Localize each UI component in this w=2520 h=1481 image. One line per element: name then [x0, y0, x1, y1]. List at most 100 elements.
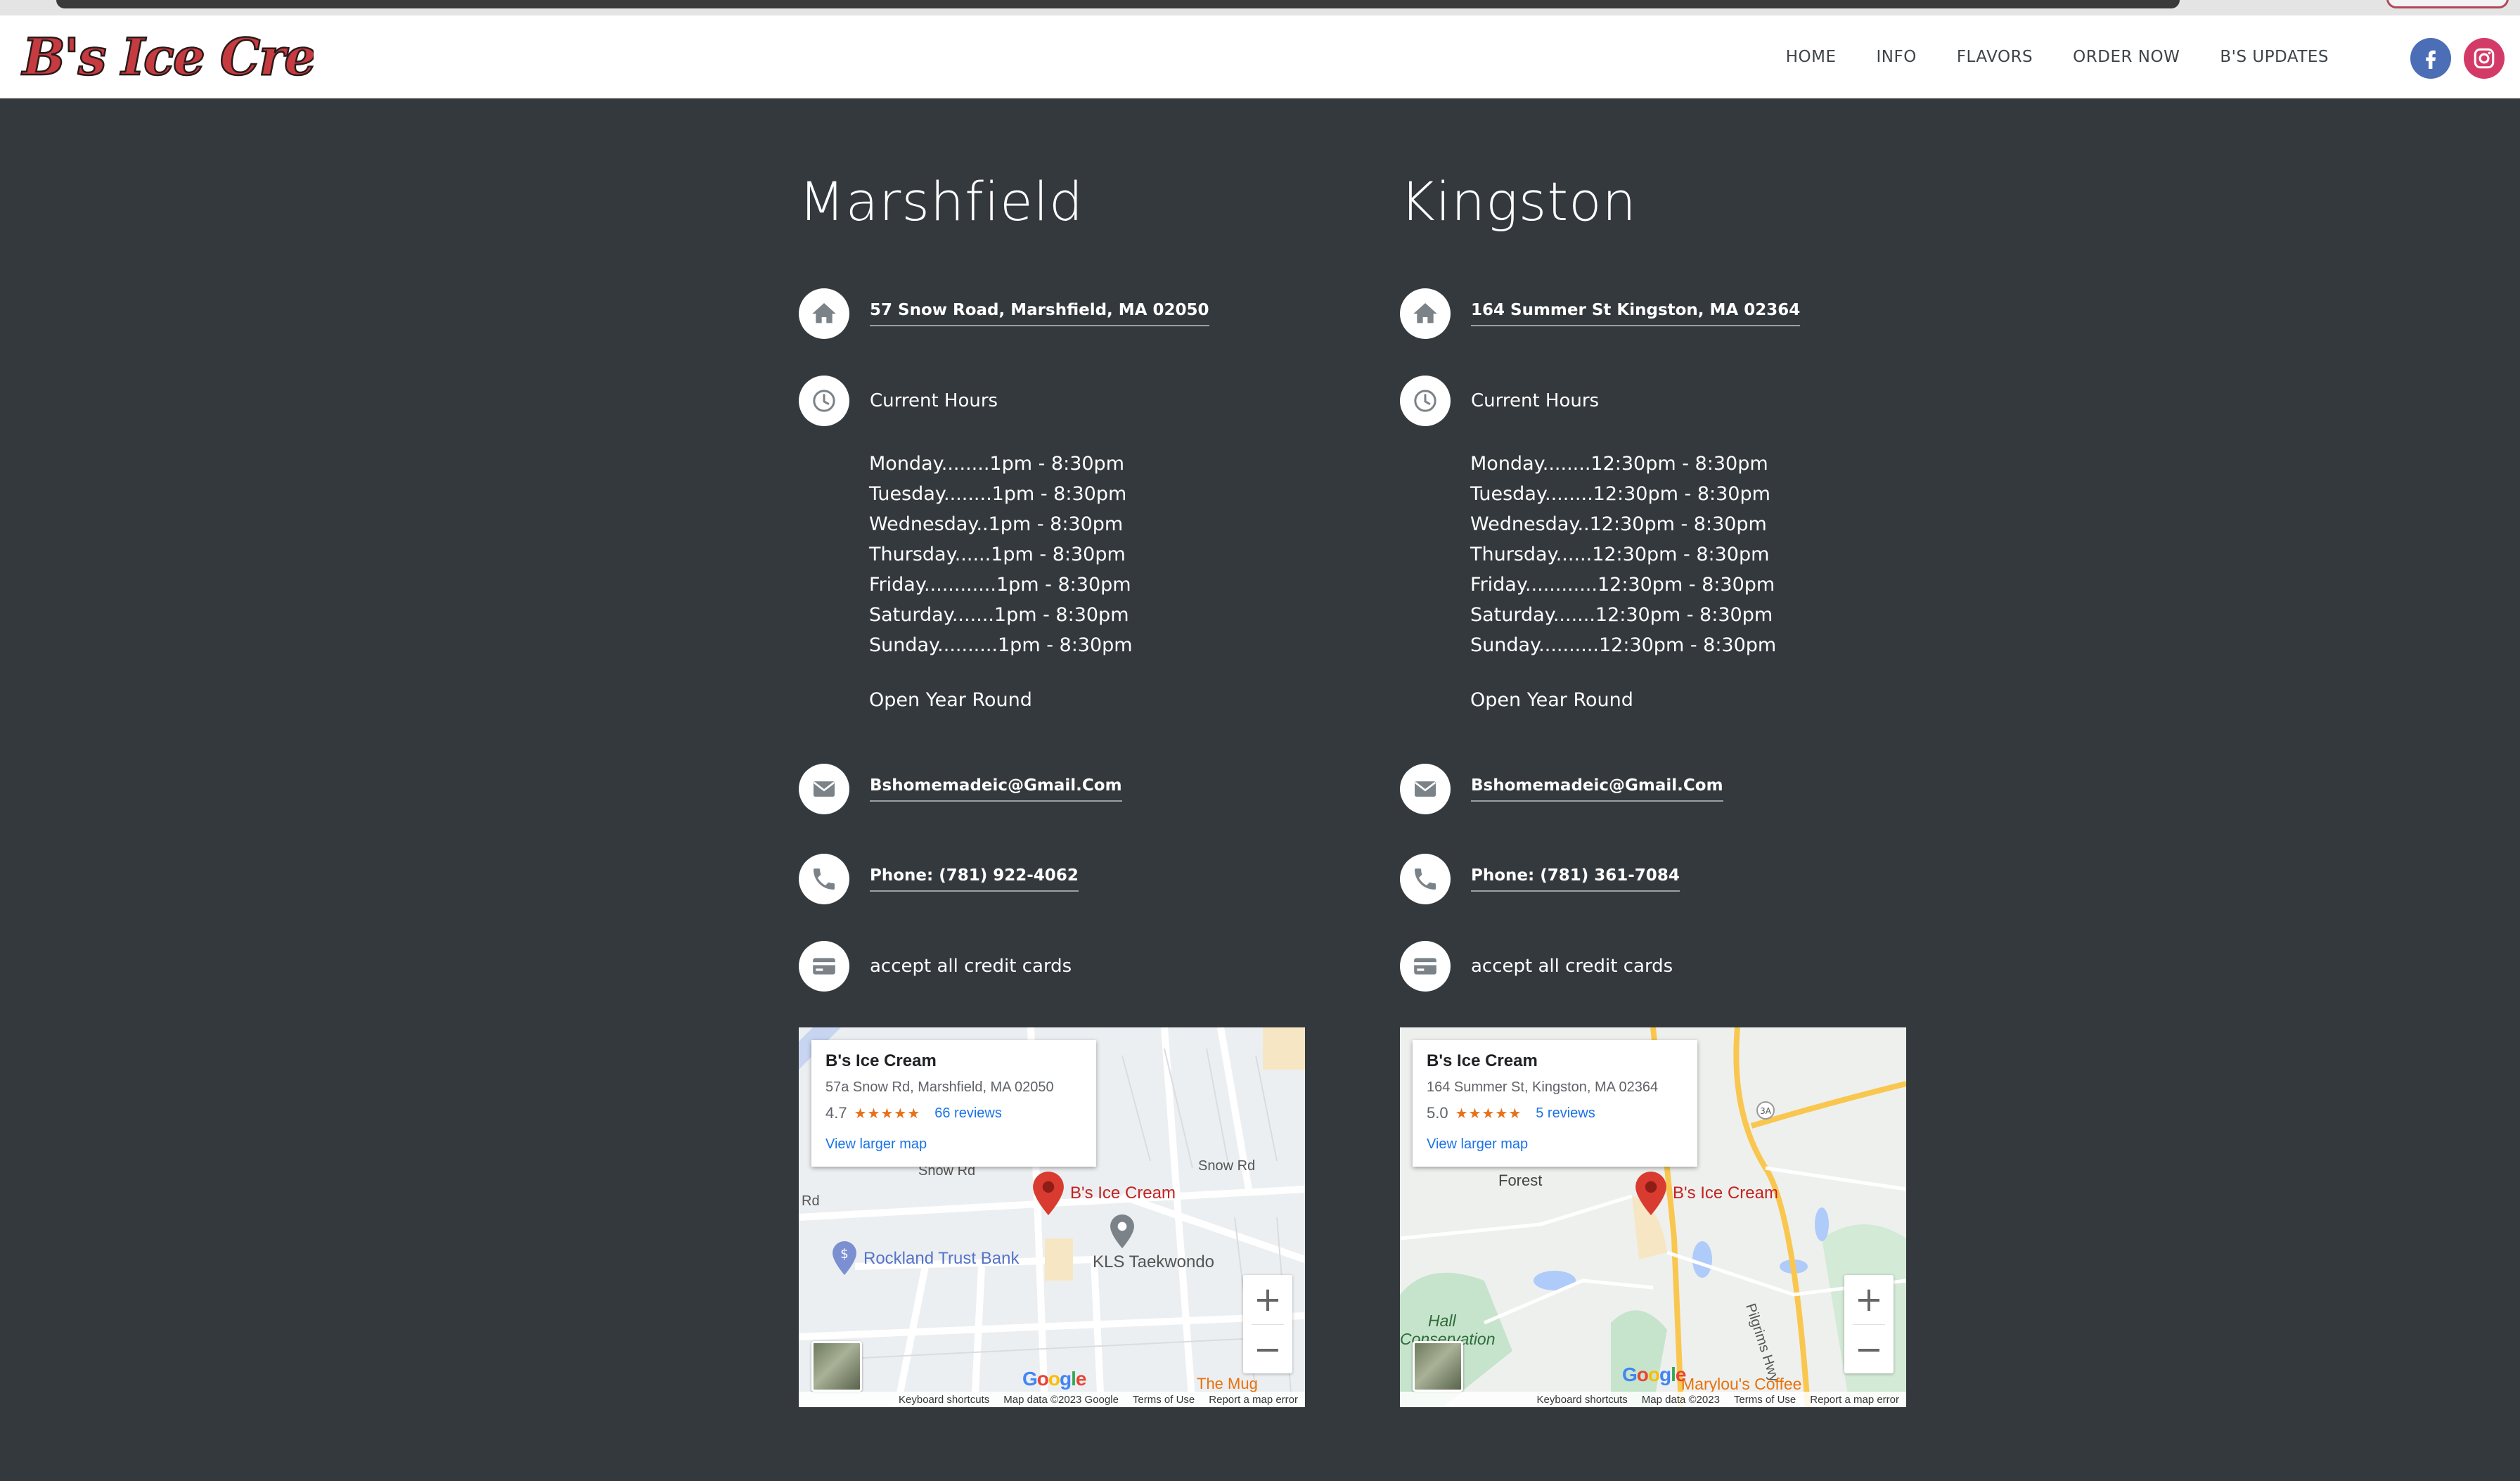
rating-value: 4.7	[825, 1104, 847, 1122]
address-link[interactable]: 164 Summer St Kingston, MA 02364	[1471, 301, 1801, 326]
map-place-address: 57a Snow Rd, Marshfield, MA 02050	[825, 1079, 1054, 1095]
keyboard-shortcuts-link[interactable]: Keyboard shortcuts	[1537, 1394, 1628, 1406]
facebook-icon[interactable]	[2410, 38, 2451, 79]
map-zoom-controls: + −	[1844, 1275, 1894, 1373]
payment-row: accept all credit cards	[799, 941, 1072, 992]
address-row: 164 Summer St Kingston, MA 02364	[1400, 288, 1801, 339]
svg-text:B's Ice Cream: B's Ice Cream	[21, 27, 314, 86]
hours-wednesday: Wednesday..12:30pm - 8:30pm	[1470, 513, 1767, 535]
google-map-kingston[interactable]: 3A Forest B's Ice Cream Hall Conservatio…	[1400, 1027, 1906, 1407]
zoom-out-button[interactable]: −	[1243, 1325, 1292, 1374]
instagram-icon[interactable]	[2464, 38, 2505, 79]
google-map-marshfield[interactable]: Snow Rd Snow Rd Rd B's Ice Cream $ Rockl…	[799, 1027, 1305, 1407]
email-link[interactable]: Bshomemadeic@Gmail.Com	[870, 776, 1122, 802]
phone-icon	[1400, 854, 1451, 904]
view-larger-map-link[interactable]: View larger map	[1427, 1136, 1683, 1153]
clock-icon	[799, 376, 849, 426]
hours-saturday: Saturday.......1pm - 8:30pm	[869, 604, 1129, 626]
google-logo-icon: Google	[1622, 1364, 1687, 1385]
hours-sunday: Sunday..........12:30pm - 8:30pm	[1470, 634, 1777, 656]
map-label-marylous-coffee: Marylou's Coffee	[1681, 1375, 1802, 1393]
terms-of-use-link[interactable]: Terms of Use	[1133, 1394, 1195, 1406]
zoom-in-button[interactable]: +	[1243, 1275, 1292, 1324]
bank-pin-icon[interactable]: $	[832, 1241, 856, 1275]
map-label-rd: Rd	[802, 1193, 820, 1209]
map-place-address: 164 Summer St, Kingston, MA 02364	[1427, 1079, 1659, 1095]
address-row: 57 Snow Road, Marshfield, MA 02050	[799, 288, 1209, 339]
nav-flavors[interactable]: FLAVORS	[1957, 48, 2033, 66]
address-link[interactable]: 57 Snow Road, Marshfield, MA 02050	[870, 301, 1209, 326]
map-place-name: B's Ice Cream	[825, 1051, 937, 1070]
terms-of-use-link[interactable]: Terms of Use	[1734, 1394, 1796, 1406]
map-info-card: B's Ice Cream 164 Summer St, Kingston, M…	[1413, 1040, 1697, 1167]
city-title: Marshfield	[799, 170, 1084, 233]
zoom-in-button[interactable]: +	[1844, 1275, 1894, 1324]
hours-title: Current Hours	[870, 390, 998, 411]
nav-bs-updates[interactable]: B'S UPDATES	[2220, 48, 2329, 66]
reviews-link[interactable]: 66 reviews	[934, 1105, 1002, 1122]
hours-list: Monday........1pm - 8:30pm Tuesday......…	[869, 449, 1133, 660]
hours-tuesday: Tuesday........12:30pm - 8:30pm	[1470, 483, 1770, 505]
route-3a-label: 3A	[1760, 1106, 1772, 1116]
map-footer: Keyboard shortcuts Map data ©2023 Terms …	[1400, 1392, 1906, 1407]
hours-thursday: Thursday......1pm - 8:30pm	[869, 544, 1126, 565]
map-label-snow-rd-east: Snow Rd	[1198, 1158, 1256, 1174]
rating-value: 5.0	[1427, 1104, 1448, 1122]
bs-ice-cream-logo[interactable]: B's Ice Cream	[18, 18, 314, 96]
envelope-icon	[799, 764, 849, 814]
phone-icon	[799, 854, 849, 904]
map-label-hall: Hall	[1428, 1312, 1456, 1330]
map-label-bs-ice-cream: B's Ice Cream	[1070, 1184, 1176, 1203]
svg-text:Google: Google	[1022, 1368, 1086, 1390]
browser-profile-button[interactable]	[2386, 0, 2509, 8]
phone-link[interactable]: Phone: (781) 922-4062	[870, 866, 1079, 892]
keyboard-shortcuts-link[interactable]: Keyboard shortcuts	[899, 1394, 989, 1406]
map-rating: 4.7 ★★★★★ 66 reviews	[825, 1104, 1082, 1122]
browser-chrome	[0, 0, 2520, 15]
payment-text: accept all credit cards	[1471, 956, 1673, 977]
nav-info[interactable]: INFO	[1876, 48, 1916, 66]
payment-row: accept all credit cards	[1400, 941, 1673, 992]
hours-list: Monday........12:30pm - 8:30pm Tuesday..…	[1470, 449, 1776, 660]
satellite-toggle[interactable]	[1413, 1341, 1463, 1392]
view-larger-map-link[interactable]: View larger map	[825, 1136, 1082, 1153]
home-icon	[799, 288, 849, 339]
google-logo-icon: Google	[1022, 1368, 1087, 1390]
city-title: Kingston	[1400, 170, 1637, 233]
hours-friday: Friday............12:30pm - 8:30pm	[1470, 574, 1775, 596]
envelope-icon	[1400, 764, 1451, 814]
credit-card-icon	[1400, 941, 1451, 992]
nav-home[interactable]: HOME	[1786, 48, 1837, 66]
map-label-the-mug: The Mug	[1197, 1375, 1258, 1392]
rating-stars-icon: ★★★★★	[854, 1105, 921, 1122]
satellite-toggle[interactable]	[811, 1341, 862, 1392]
nav-order-now[interactable]: ORDER NOW	[2073, 48, 2180, 66]
phone-row: Phone: (781) 361-7084	[1400, 854, 1680, 904]
hours-monday: Monday........1pm - 8:30pm	[869, 453, 1124, 475]
home-icon	[1400, 288, 1451, 339]
email-row: Bshomemadeic@Gmail.Com	[1400, 764, 1723, 814]
poi-pin-icon[interactable]	[1110, 1214, 1134, 1248]
hours-friday: Friday............1pm - 8:30pm	[869, 574, 1131, 596]
social-links	[2410, 38, 2505, 79]
browser-address-bar[interactable]	[56, 0, 2180, 8]
phone-link[interactable]: Phone: (781) 361-7084	[1471, 866, 1680, 892]
map-label-forest: Forest	[1498, 1172, 1543, 1189]
report-map-error-link[interactable]: Report a map error	[1810, 1394, 1899, 1406]
email-link[interactable]: Bshomemadeic@Gmail.Com	[1471, 776, 1723, 802]
report-map-error-link[interactable]: Report a map error	[1209, 1394, 1298, 1406]
hours-sunday: Sunday..........1pm - 8:30pm	[869, 634, 1133, 656]
hours-row: Current Hours	[799, 376, 998, 426]
reviews-link[interactable]: 5 reviews	[1536, 1105, 1595, 1122]
site-header: B's Ice Cream HOME INFO FLAVORS ORDER NO…	[0, 15, 2520, 98]
season-note: Open Year Round	[869, 689, 1032, 711]
map-pin-icon[interactable]	[1635, 1172, 1666, 1215]
map-rating: 5.0 ★★★★★ 5 reviews	[1427, 1104, 1683, 1122]
zoom-out-button[interactable]: −	[1844, 1325, 1894, 1374]
map-label-bs-ice-cream: B's Ice Cream	[1673, 1184, 1778, 1203]
map-footer: Keyboard shortcuts Map data ©2023 Google…	[799, 1392, 1305, 1407]
rating-stars-icon: ★★★★★	[1455, 1105, 1522, 1122]
clock-icon	[1400, 376, 1451, 426]
phone-row: Phone: (781) 922-4062	[799, 854, 1079, 904]
map-pin-icon[interactable]	[1033, 1172, 1064, 1215]
